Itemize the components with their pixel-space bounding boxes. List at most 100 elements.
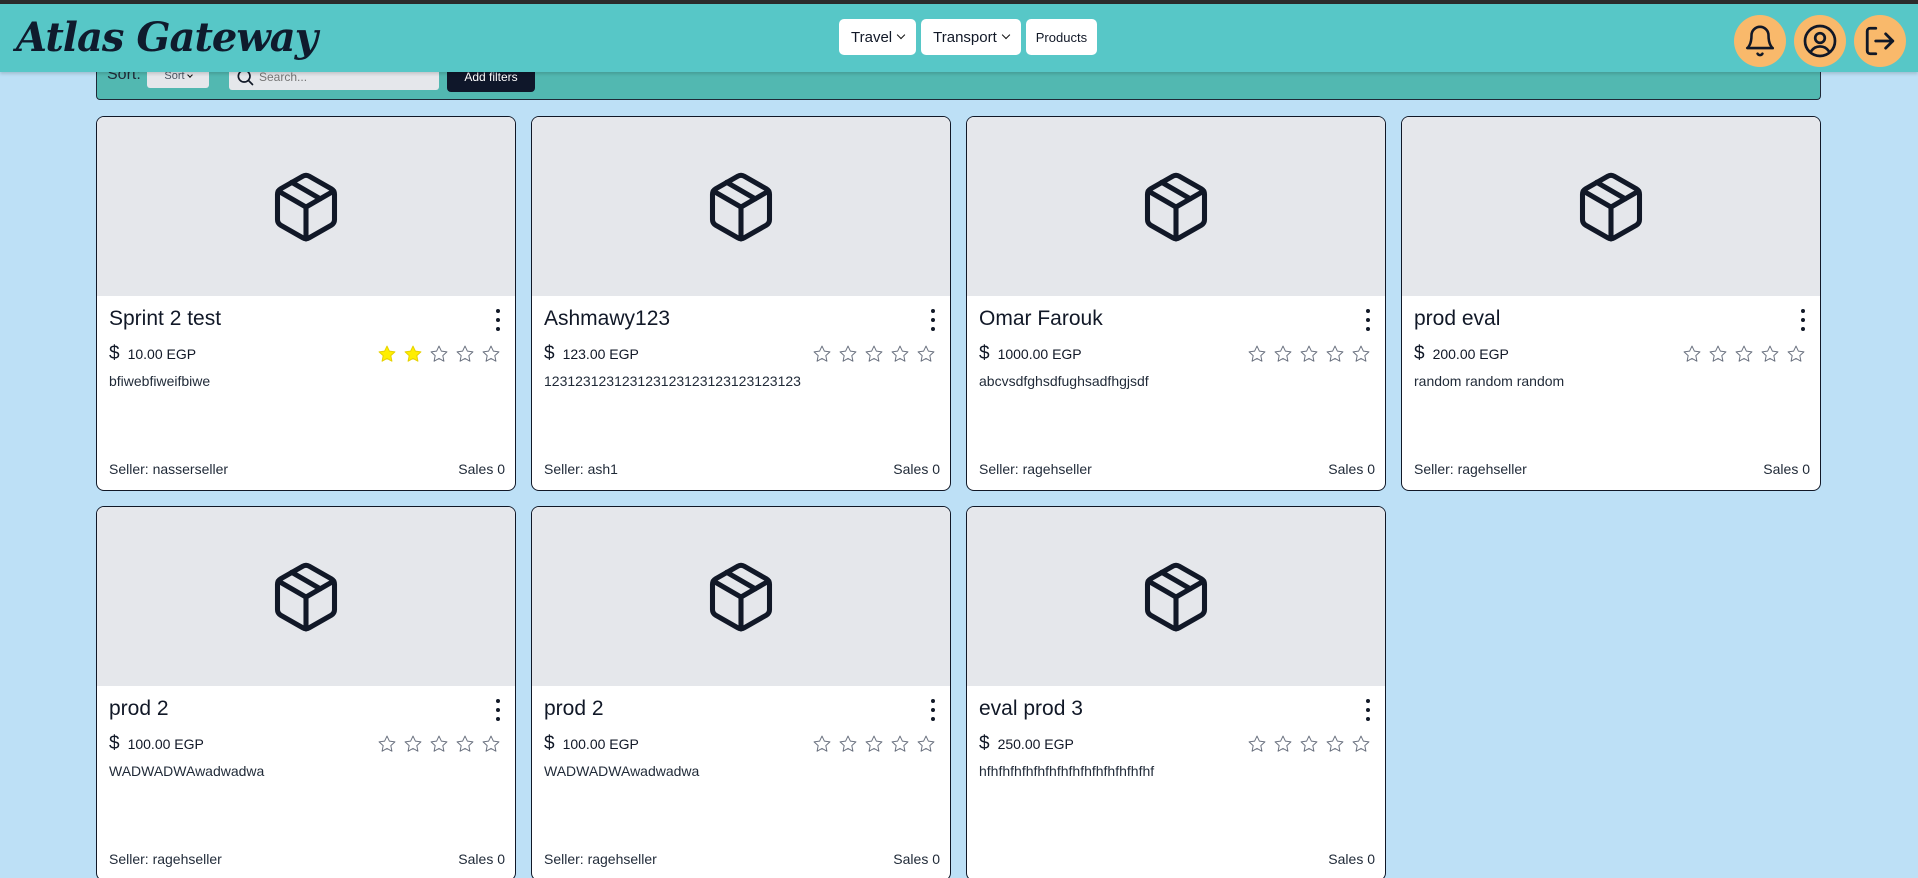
star-empty-icon[interactable] [377,734,397,754]
more-options-icon[interactable] [1365,699,1371,721]
price-row: $ 250.00 EGP [979,733,1074,755]
product-description: WADWADWAwadwadwa [544,763,700,779]
product-card[interactable]: eval prod 3 $ 250.00 EGP hfhfhfhfhfhfhfh… [966,506,1386,878]
product-name: Sprint 2 test [109,307,222,330]
product-image [532,117,950,296]
rating-stars[interactable] [1247,344,1371,364]
dollar-icon: $ [544,343,555,364]
star-empty-icon[interactable] [838,344,858,364]
star-empty-icon[interactable] [429,344,449,364]
product-image [967,507,1385,686]
product-card[interactable]: Sprint 2 test $ 10.00 EGP bfiwebfiweifbi… [96,116,516,491]
star-empty-icon[interactable] [812,734,832,754]
star-empty-icon[interactable] [1325,734,1345,754]
product-seller: Seller: nasserseller [109,461,229,477]
more-options-icon[interactable] [930,309,936,331]
star-empty-icon[interactable] [890,344,910,364]
star-empty-icon[interactable] [916,734,936,754]
product-name: eval prod 3 [979,697,1083,720]
price-row: $ 1000.00 EGP [979,343,1082,365]
chevron-down-icon [1001,30,1011,40]
product-description: 123123123123123123123123123123123 [544,373,801,389]
more-options-icon[interactable] [930,699,936,721]
star-empty-icon[interactable] [1734,344,1754,364]
product-price: 250.00 EGP [997,736,1074,752]
rating-stars[interactable] [377,734,501,754]
product-seller: Seller: ragehseller [979,461,1092,477]
brand-logo[interactable]: Atlas Gateway [16,14,318,61]
star-empty-icon[interactable] [890,734,910,754]
star-empty-icon[interactable] [864,344,884,364]
travel-dropdown[interactable]: Travel [839,19,917,55]
star-empty-icon[interactable] [1708,344,1728,364]
product-card[interactable]: Omar Farouk $ 1000.00 EGP abcvsdfghsdfug… [966,116,1386,491]
star-empty-icon[interactable] [455,734,475,754]
star-empty-icon[interactable] [481,344,501,364]
package-icon [1144,172,1208,241]
star-empty-icon[interactable] [1786,344,1806,364]
rating-stars[interactable] [1247,734,1371,754]
star-empty-icon[interactable] [864,734,884,754]
transport-label: Transport [933,28,997,46]
navbar: Atlas Gateway Travel Transport Products [0,4,1918,72]
star-empty-icon[interactable] [1682,344,1702,364]
star-empty-icon[interactable] [1351,344,1371,364]
star-empty-icon[interactable] [481,734,501,754]
dollar-icon: $ [109,343,120,364]
star-empty-icon[interactable] [429,734,449,754]
chevron-down-icon [186,72,193,78]
star-filled-icon[interactable] [377,344,397,364]
product-card[interactable]: prod 2 $ 100.00 EGP WADWADWAwadwadwa Sel… [531,506,951,878]
user-circle-icon [1803,24,1837,58]
dollar-icon: $ [544,733,555,754]
rating-stars[interactable] [377,344,501,364]
profile-button[interactable] [1794,15,1846,67]
product-sales: Sales 0 [893,851,940,867]
star-empty-icon[interactable] [1273,734,1293,754]
product-card[interactable]: Ashmawy123 $ 123.00 EGP 1231231231231231… [531,116,951,491]
package-icon [709,562,773,631]
price-row: $ 100.00 EGP [109,733,204,755]
rating-stars[interactable] [812,734,936,754]
notifications-button[interactable] [1734,15,1786,67]
product-description: WADWADWAwadwadwa [109,763,265,779]
product-card[interactable]: prod 2 $ 100.00 EGP WADWADWAwadwadwa Sel… [96,506,516,878]
star-empty-icon[interactable] [1299,734,1319,754]
star-empty-icon[interactable] [916,344,936,364]
products-label: Products [1035,29,1088,45]
product-price: 123.00 EGP [562,346,639,362]
more-options-icon[interactable] [495,309,501,331]
product-image [97,507,515,686]
product-description: random random random [1414,373,1565,389]
star-empty-icon[interactable] [838,734,858,754]
star-empty-icon[interactable] [455,344,475,364]
product-name: Omar Farouk [979,307,1103,330]
rating-stars[interactable] [812,344,936,364]
star-empty-icon[interactable] [1247,344,1267,364]
more-options-icon[interactable] [1365,309,1371,331]
product-card[interactable]: prod eval $ 200.00 EGP random random ran… [1401,116,1821,491]
product-sales: Sales 0 [893,461,940,477]
star-empty-icon[interactable] [812,344,832,364]
star-empty-icon[interactable] [403,734,423,754]
product-price: 200.00 EGP [1432,346,1509,362]
star-empty-icon[interactable] [1325,344,1345,364]
package-icon [709,172,773,241]
product-seller: Seller: ash1 [544,461,618,477]
more-options-icon[interactable] [1800,309,1806,331]
product-description: bfiwebfiweifbiwe [109,373,211,389]
star-empty-icon[interactable] [1351,734,1371,754]
dollar-icon: $ [979,733,990,754]
star-empty-icon[interactable] [1273,344,1293,364]
products-button[interactable]: Products [1025,19,1098,55]
package-icon [274,562,338,631]
star-empty-icon[interactable] [1247,734,1267,754]
rating-stars[interactable] [1682,344,1806,364]
star-filled-icon[interactable] [403,344,423,364]
more-options-icon[interactable] [495,699,501,721]
transport-dropdown[interactable]: Transport [921,19,1021,55]
logout-button[interactable] [1854,15,1906,67]
star-empty-icon[interactable] [1760,344,1780,364]
star-empty-icon[interactable] [1299,344,1319,364]
product-name: prod 2 [109,697,169,720]
